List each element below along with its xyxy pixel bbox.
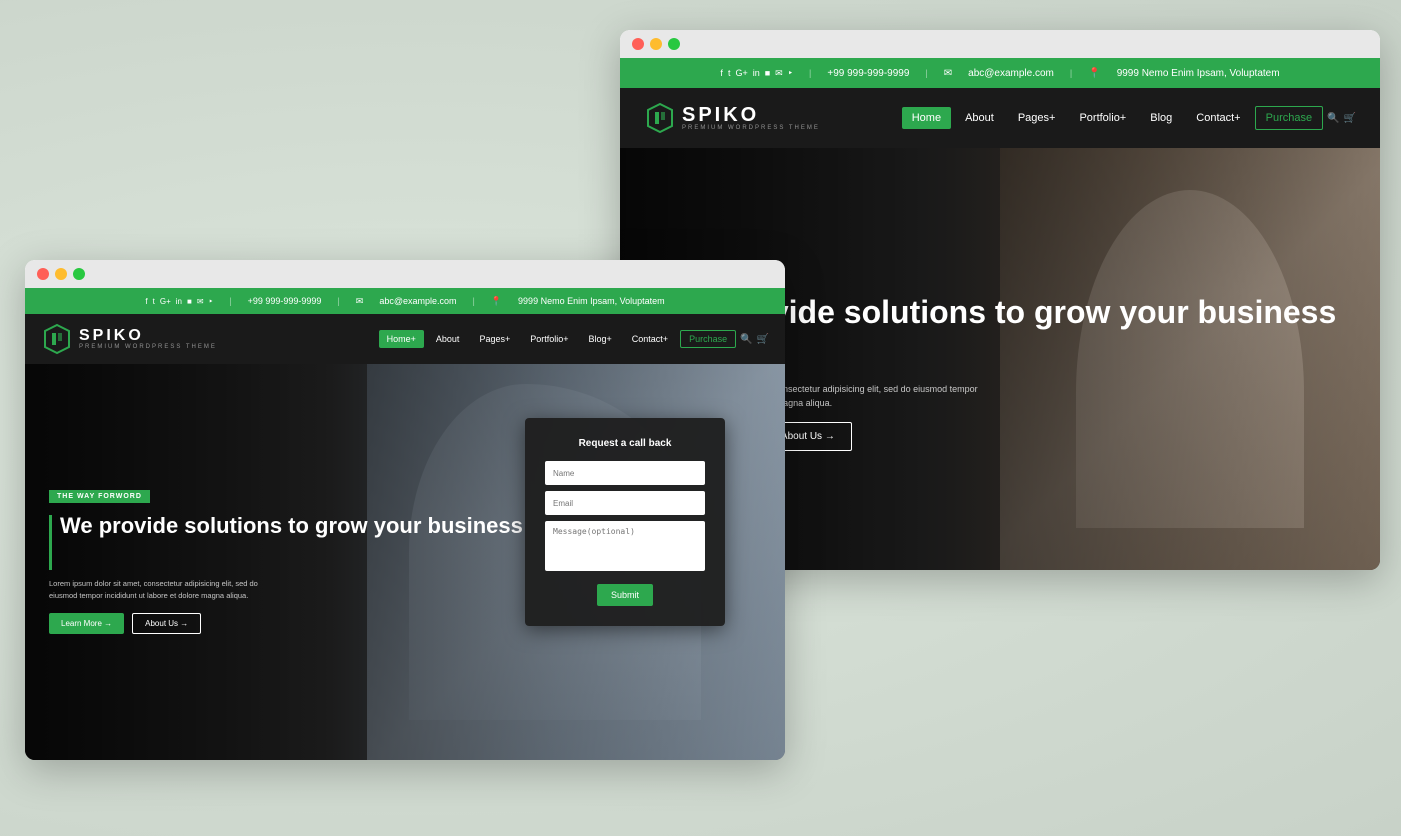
back-logo-text: SPIKO PREMIUM WORDPRESS THEME (682, 105, 820, 131)
back-search-icon[interactable]: 🔍 (1327, 113, 1339, 124)
front-about-us-button[interactable]: About Us → (132, 613, 201, 634)
front-hero-title: We provide solutions to grow your busine… (60, 513, 523, 539)
back-email: abc@example.com (968, 68, 1054, 79)
back-nav-contact[interactable]: Contact+ (1186, 107, 1250, 129)
front-nav-about[interactable]: About (428, 330, 468, 348)
front-mail-icon[interactable]: ✉ (197, 297, 204, 306)
back-logo-sub: PREMIUM WORDPRESS THEME (682, 125, 820, 131)
front-nav-purchase[interactable]: Purchase (680, 330, 736, 348)
form-message-input[interactable] (545, 521, 705, 571)
linkedin-icon[interactable]: in (753, 68, 760, 78)
back-logo-icon (644, 102, 676, 134)
back-location-icon: 📍 (1088, 68, 1100, 79)
back-nav-portfolio[interactable]: Portfolio+ (1069, 107, 1136, 129)
back-logo-name: SPIKO (682, 105, 820, 125)
front-maximize-dot[interactable] (73, 268, 85, 280)
back-titlebar (620, 30, 1380, 58)
front-nav-links: Home+ About Pages+ Portfolio+ Blog+ Cont… (379, 330, 769, 348)
front-email: abc@example.com (379, 296, 456, 306)
front-logo-name: SPIKO (79, 328, 217, 344)
form-title: Request a call back (545, 438, 705, 449)
front-nav-blog[interactable]: Blog+ (581, 330, 620, 348)
front-site-content: f t G+ in ■ ✉ ‣ | +99 999-999-9999 | ✉ a… (25, 288, 785, 760)
front-rss-icon[interactable]: ‣ (209, 297, 214, 306)
front-twitter-icon[interactable]: t (153, 297, 155, 306)
instagram-icon[interactable]: ■ (765, 68, 770, 78)
front-sep2: | (337, 296, 339, 306)
back-sep2: | (925, 68, 927, 78)
form-submit-button[interactable]: Submit (597, 584, 653, 606)
twitter-icon[interactable]: t (728, 68, 731, 78)
back-nav-links: Home About Pages+ Portfolio+ Blog Contac… (902, 106, 1356, 130)
back-address: 9999 Nemo Enim Ipsam, Voluptatem (1117, 68, 1280, 79)
front-hero-desc: Lorem ipsum dolor sit amet, consectetur … (49, 578, 269, 601)
front-logo-icon (41, 323, 73, 355)
front-minimize-dot[interactable] (55, 268, 67, 280)
front-social-icons: f t G+ in ■ ✉ ‣ (145, 297, 213, 306)
back-nav-about[interactable]: About (955, 107, 1004, 129)
front-instagram-icon[interactable]: ■ (187, 297, 192, 306)
back-sep3: | (1070, 68, 1072, 78)
facebook-icon[interactable]: f (720, 68, 723, 78)
front-address: 9999 Nemo Enim Ipsam, Voluptatem (518, 296, 665, 306)
back-nav-blog[interactable]: Blog (1140, 107, 1182, 129)
front-logo: SPIKO PREMIUM WORDPRESS THEME (41, 323, 217, 355)
back-nav-purchase[interactable]: Purchase (1255, 106, 1323, 130)
back-email-icon: ✉ (944, 68, 952, 79)
form-name-input[interactable] (545, 461, 705, 485)
back-cart-icon[interactable]: 🛒 (1344, 113, 1356, 124)
front-browser-window: f t G+ in ■ ✉ ‣ | +99 999-999-9999 | ✉ a… (25, 260, 785, 760)
front-search-icon[interactable]: 🔍 (740, 334, 752, 345)
front-nav-pages[interactable]: Pages+ (471, 330, 518, 348)
close-dot[interactable] (632, 38, 644, 50)
front-hero-badge: THE WAY FORWORD (49, 490, 150, 503)
front-facebook-icon[interactable]: f (145, 297, 147, 306)
front-linkedin-icon[interactable]: in (176, 297, 182, 306)
front-nav-contact[interactable]: Contact+ (624, 330, 676, 348)
minimize-dot[interactable] (650, 38, 662, 50)
rss-icon[interactable]: ‣ (788, 68, 793, 79)
maximize-dot[interactable] (668, 38, 680, 50)
front-navbar: SPIKO PREMIUM WORDPRESS THEME Home+ Abou… (25, 314, 785, 364)
form-email-input[interactable] (545, 491, 705, 515)
front-phone: +99 999-999-9999 (248, 296, 322, 306)
front-hero: THE WAY FORWORD We provide solutions to … (25, 364, 785, 760)
front-googleplus-icon[interactable]: G+ (160, 297, 171, 306)
back-navbar: SPIKO PREMIUM WORDPRESS THEME Home About… (620, 88, 1380, 148)
back-nav-home[interactable]: Home (902, 107, 951, 129)
back-phone: +99 999-999-9999 (827, 68, 909, 79)
front-titlebar (25, 260, 785, 288)
front-cart-icon[interactable]: 🛒 (757, 334, 769, 345)
back-logo: SPIKO PREMIUM WORDPRESS THEME (644, 102, 820, 134)
front-topbar: f t G+ in ■ ✉ ‣ | +99 999-999-9999 | ✉ a… (25, 288, 785, 314)
front-nav-home[interactable]: Home+ (379, 330, 424, 348)
front-callback-form: Request a call back Submit (525, 418, 725, 626)
front-location-icon: 📍 (491, 296, 502, 307)
back-nav-pages[interactable]: Pages+ (1008, 107, 1066, 129)
front-nav-portfolio[interactable]: Portfolio+ (522, 330, 576, 348)
front-learn-more-button[interactable]: Learn More → (49, 613, 124, 634)
front-logo-text: SPIKO PREMIUM WORDPRESS THEME (79, 328, 217, 350)
back-sep1: | (809, 68, 811, 78)
mail-icon[interactable]: ✉ (775, 68, 783, 79)
front-sep1: | (229, 296, 231, 306)
front-logo-sub: PREMIUM WORDPRESS THEME (79, 344, 217, 350)
front-green-bar (49, 515, 52, 570)
front-sep3: | (472, 296, 474, 306)
front-email-icon2: ✉ (356, 296, 364, 307)
back-social-icons: f t G+ in ■ ✉ ‣ (720, 68, 793, 79)
googleplus-icon[interactable]: G+ (735, 68, 747, 78)
front-close-dot[interactable] (37, 268, 49, 280)
back-topbar: f t G+ in ■ ✉ ‣ | +99 999-999-9999 | ✉ a… (620, 58, 1380, 88)
